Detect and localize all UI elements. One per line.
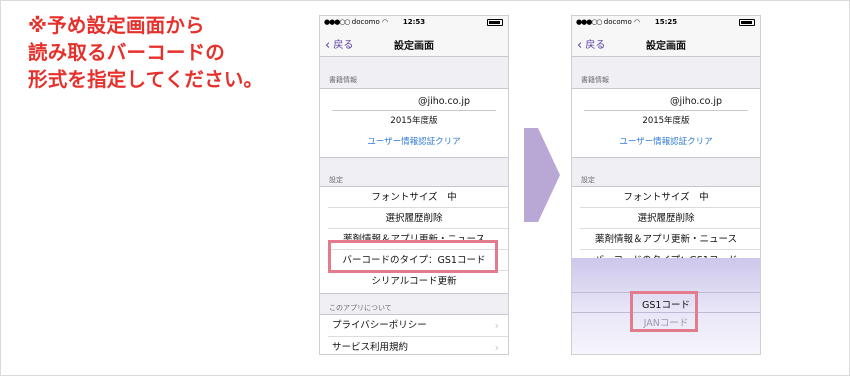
privacy-policy-label: プライバシーポリシー bbox=[332, 320, 427, 331]
terms-of-service-row[interactable]: サービス利用規約 › bbox=[320, 337, 508, 354]
book-info-group: @jiho.co.jp 2015年度版 ユーザー情報認証クリア bbox=[572, 88, 760, 158]
battery-icon bbox=[487, 19, 503, 26]
email-underline bbox=[332, 110, 496, 111]
instruction-line-1: ※予め設定画面から bbox=[28, 14, 205, 37]
phone-screen-after: ●●●○○ docomo ◠ 15:25 ‹ 戻る 設定画面 書籍情報 @jih… bbox=[571, 15, 761, 355]
email-underline bbox=[584, 110, 748, 111]
picker-highlight bbox=[630, 291, 698, 332]
instruction-text: ※予め設定画面から 読み取るバーコードの 形式を指定してください。 bbox=[28, 12, 308, 93]
book-info-group: @jiho.co.jp 2015年度版 ユーザー情報認証クリア bbox=[320, 88, 508, 158]
terms-label: サービス利用規約 bbox=[332, 342, 409, 353]
clear-history-row[interactable]: 選択履歴削除 bbox=[320, 208, 508, 229]
section-header-settings: 設定 bbox=[329, 176, 343, 184]
section-header-book-info: 書籍情報 bbox=[329, 76, 357, 84]
section-header-book-info: 書籍情報 bbox=[581, 76, 609, 84]
clear-auth-link[interactable]: ユーザー情報認証クリア bbox=[320, 135, 508, 147]
arrow-right-icon bbox=[524, 128, 560, 222]
section-header-settings: 設定 bbox=[581, 176, 595, 184]
clear-auth-link[interactable]: ユーザー情報認証クリア bbox=[572, 135, 760, 147]
privacy-policy-row[interactable]: プライバシーポリシー › bbox=[320, 315, 508, 336]
phone-screen-before: ●●●○○ docomo ◠ 12:53 ‹ 戻る 設定画面 書籍情報 @jih… bbox=[319, 15, 509, 355]
battery-icon bbox=[739, 19, 755, 26]
about-group: プライバシーポリシー › サービス利用規約 › bbox=[320, 314, 508, 354]
nav-bar: ‹ 戻る 設定画面 bbox=[572, 30, 760, 57]
email-value: @jiho.co.jp bbox=[669, 96, 723, 107]
font-size-row[interactable]: フォントサイズ 中 bbox=[572, 187, 760, 208]
barcode-type-highlight bbox=[328, 240, 498, 273]
status-bar: ●●●○○ docomo ◠ 12:53 bbox=[320, 16, 508, 30]
chevron-right-icon: › bbox=[494, 341, 499, 354]
nav-bar: ‹ 戻る 設定画面 bbox=[320, 30, 508, 57]
page-title: 設定画面 bbox=[394, 41, 434, 52]
update-news-row[interactable]: 薬剤情報＆アプリ更新・ニュース bbox=[572, 229, 760, 250]
section-header-about: このアプリについて bbox=[329, 304, 392, 312]
email-value: @jiho.co.jp bbox=[417, 96, 471, 107]
chevron-right-icon: › bbox=[494, 319, 499, 332]
clear-history-row[interactable]: 選択履歴削除 bbox=[572, 208, 760, 229]
page-title: 設定画面 bbox=[646, 41, 686, 52]
serial-code-row[interactable]: シリアルコード更新 bbox=[320, 271, 508, 292]
edition-value: 2015年度版 bbox=[390, 116, 438, 126]
status-bar: ●●●○○ docomo ◠ 15:25 bbox=[572, 16, 760, 30]
clock: 15:25 bbox=[654, 18, 678, 26]
edition-value: 2015年度版 bbox=[642, 116, 690, 126]
instruction-line-2: 読み取るバーコードの bbox=[28, 41, 226, 64]
clock: 12:53 bbox=[402, 18, 426, 26]
instruction-line-3: 形式を指定してください。 bbox=[28, 68, 264, 91]
font-size-row[interactable]: フォントサイズ 中 bbox=[320, 187, 508, 208]
